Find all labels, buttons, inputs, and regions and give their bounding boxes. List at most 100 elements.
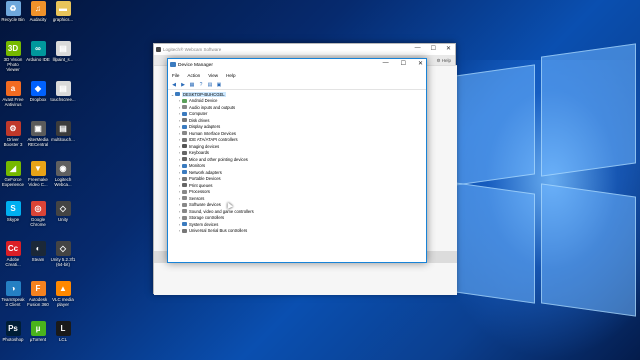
device-category-label: Universal Serial Bus controllers [189,228,248,234]
device-category-label: Software devices [189,202,221,208]
desktop-shortcut-label: VLC media player [52,297,74,307]
desktop-shortcut[interactable]: µ µTorrent [25,321,51,342]
device-category-icon [182,189,187,194]
desktop-shortcut[interactable]: ◢ GeForce Experience [0,161,26,187]
desktop-shortcut-label: LCL [58,337,68,342]
device-manager-title-bar[interactable]: Device Manager — ☐ ✕ [168,59,426,71]
desktop-shortcut-label: Avast Free Antivirus [2,97,24,107]
unity-icon: ◇ [55,201,71,216]
menu-action[interactable]: Action [187,73,200,78]
dropbox-icon: ◆ [30,81,46,96]
desktop-shortcut-label: Freemake Video C... [28,177,48,187]
multitouch-icon: ▤ [55,121,71,136]
device-category-label: Processors [189,189,210,195]
desktop-shortcut-label: Autodesk Fusion 360 [27,297,49,307]
help-link[interactable]: ⚙ Help [436,58,451,64]
steam-icon: ◐ [30,241,46,256]
close-button[interactable]: ✕ [418,60,423,67]
desktop-shortcut[interactable]: ♫ Audacity [25,1,51,22]
menu-help[interactable]: Help [226,73,235,78]
chrome-icon: ◎ [30,201,46,216]
desktop-shortcut[interactable]: ◇ Unity 5.2.3f1 (64-bit) [50,241,76,267]
desktop-shortcut[interactable]: ◎ Google Chrome [25,201,51,227]
device-category-icon [182,163,187,168]
desktop-shortcut-label: Dropbox [29,97,47,102]
desktop-shortcut[interactable]: Ps Photoshop [0,321,26,342]
touchscreen-icon: ▤ [55,81,71,96]
desktop-shortcut[interactable]: ◇ Unity [50,201,76,222]
desktop-shortcut[interactable]: ∞ Arduino IDE [25,41,51,62]
menu-file[interactable]: File [172,73,179,78]
folder-icon: ▬ [55,1,71,16]
device-category-icon [182,228,187,233]
fusion-360-icon: F [30,281,46,296]
desktop-shortcut-label: Driver Booster 3 [3,137,23,147]
desktop-shortcut[interactable]: F Autodesk Fusion 360 [25,281,51,307]
desktop-shortcut[interactable]: ◆ Dropbox [25,81,51,102]
minimize-button[interactable]: — [383,60,389,67]
desktop-shortcut-label: TeamSpeak 3 Client [1,297,25,307]
device-manager-window[interactable]: Device Manager — ☐ ✕ File Action View He… [167,58,427,263]
logitech-title-bar[interactable]: Logitech® Webcam Software — ☐ ✕ [154,44,455,55]
desktop-shortcut[interactable]: 3D 3D Vision Photo Viewer [0,41,26,72]
desktop-shortcut[interactable]: ◐ Steam [25,241,51,262]
unity-icon: ◇ [55,241,71,256]
desktop-shortcut[interactable]: ▤ lllpaint_s... [50,41,76,62]
desktop-shortcut-label: GeForce Experience [2,177,24,187]
desktop-shortcut-label: Recycle Bin [1,17,25,22]
device-category-icon [182,105,187,110]
desktop-shortcut[interactable]: ▬ graphics... [50,1,76,22]
windows-logo [455,40,640,325]
device-tree: ⌄ DESKTOP-BUHCGEL › Android Device › Audio … [168,91,426,262]
desktop-shortcut[interactable]: ♻ Recycle Bin [0,1,26,22]
desktop-shortcut[interactable]: S Skype [0,201,26,222]
device-category-label: Mice and other pointing devices [189,156,248,162]
desktop-shortcut[interactable]: a Avast Free Antivirus [0,81,26,107]
desktop-shortcut[interactable]: L LCL [50,321,76,342]
device-category-label: Storage controllers [189,215,225,221]
desktop-shortcut[interactable]: ◉ Logitech Webca... [50,161,76,187]
device-manager-title: Device Manager [178,62,213,68]
device-category-icon [182,202,187,207]
monitor-icon[interactable]: ▣ [216,82,222,88]
device-category-icon [182,176,187,181]
desktop-shortcut[interactable]: Cc Adobe Creati... [0,241,26,267]
help-icon[interactable]: ? [198,82,204,88]
device-category-icon [182,150,187,155]
menu-view[interactable]: View [208,73,218,78]
desktop-shortcut[interactable]: ◑ TeamSpeak 3 Client [0,281,26,307]
logitech-webcam-icon: ◉ [55,161,71,176]
device-category[interactable]: › Universal Serial Bus controllers [170,228,426,235]
maximize-button[interactable]: ☐ [401,60,406,67]
recycle-bin-icon: ♻ [5,1,21,16]
desktop-shortcut-label: touchscree... [50,97,76,102]
device-category-label: Android Device [189,98,218,104]
adobe-cc-icon: Cc [5,241,21,256]
maximize-button[interactable]: ☐ [431,45,436,52]
geforce-icon: ◢ [5,161,21,176]
desktop-shortcut[interactable]: ▲ VLC media player [50,281,76,307]
close-button[interactable]: ✕ [446,45,451,52]
properties-icon[interactable]: ▦ [189,82,195,88]
desktop-shortcut[interactable]: ▣ AlterMedia RECentral [25,121,51,147]
desktop-shortcut[interactable]: ⚙ Driver Booster 3 [0,121,26,147]
3d-vision-icon: 3D [5,41,21,56]
forward-icon[interactable]: ▶ [180,82,186,88]
device-category-label: Print queues [189,182,213,188]
minimize-button[interactable]: — [415,45,421,52]
device-category-icon [182,98,187,103]
root-label: DESKTOP-BUHCGEL [182,91,226,97]
desktop-shortcut[interactable]: ▤ multitouch... [50,121,76,142]
freemake-icon: ▼ [30,161,46,176]
back-icon[interactable]: ◀ [171,82,177,88]
vlc-icon: ▲ [55,281,71,296]
desktop-shortcut-label: Steam [31,257,45,262]
desktop-shortcut[interactable]: ▼ Freemake Video C... [25,161,51,187]
desktop-shortcut-label: Google Chrome [30,217,46,227]
device-category-label: IDE ATA/ATAPI controllers [189,137,238,143]
desktop-shortcut-label: Unity 5.2.3f1 (64-bit) [50,257,76,267]
update-driver-icon[interactable]: ▤ [207,82,213,88]
device-category-label: Computer [189,111,208,117]
device-category-label: Imaging devices [189,143,220,149]
desktop-shortcut[interactable]: ▤ touchscree... [50,81,76,102]
